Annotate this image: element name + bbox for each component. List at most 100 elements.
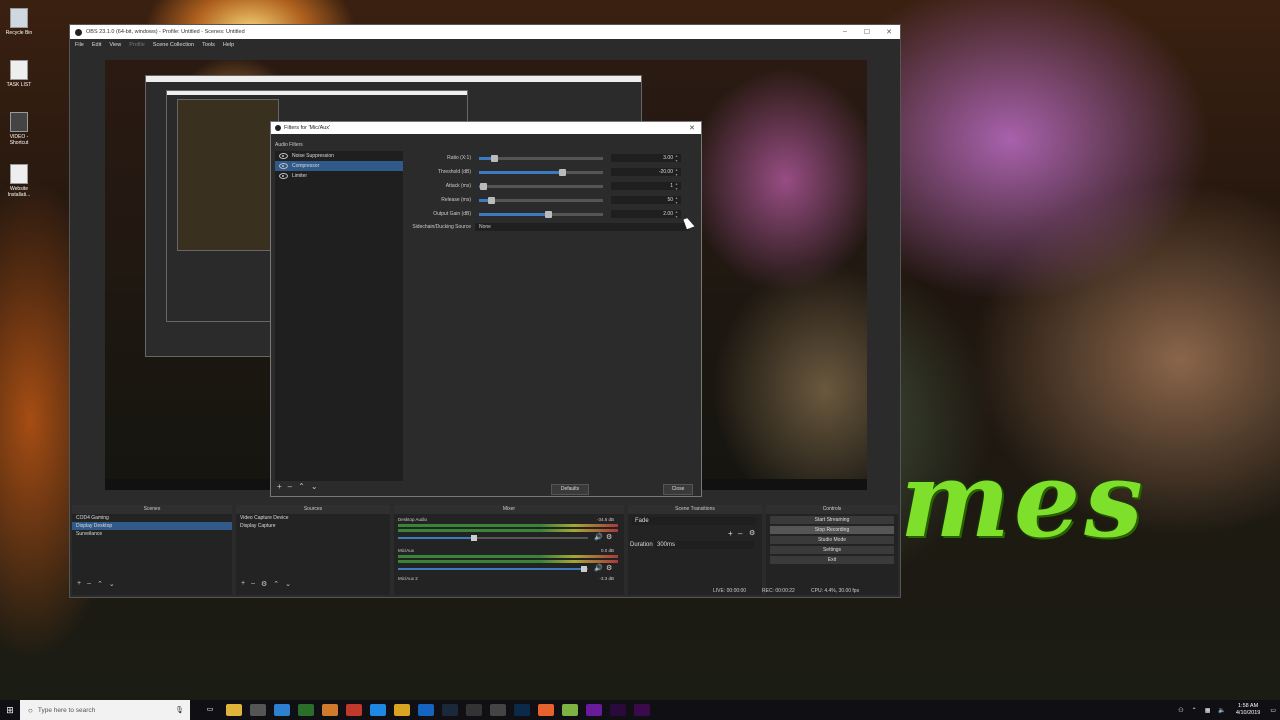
ratio-slider[interactable]	[479, 154, 603, 162]
scene-item[interactable]: Display Desktop	[72, 522, 232, 530]
app-icon[interactable]	[250, 704, 266, 716]
people-icon[interactable]: ⚇	[1178, 707, 1183, 714]
chrome-icon[interactable]	[394, 704, 410, 716]
eye-icon[interactable]	[279, 163, 288, 169]
menu-edit[interactable]: Edit	[92, 42, 101, 48]
start-streaming-button[interactable]: Start Streaming	[770, 516, 894, 524]
microphone-icon[interactable]: 🎙	[175, 706, 184, 714]
app-icon[interactable]	[274, 704, 290, 716]
app-icon[interactable]	[322, 704, 338, 716]
obs-statusbar: LIVE: 00:00:00 REC: 00:00:22 CPU: 4.4%, …	[70, 586, 900, 596]
attack-slider[interactable]	[479, 182, 603, 190]
desktop-icon-recycle-bin[interactable]: Recycle Bin	[2, 8, 36, 36]
speaker-icon[interactable]: 🔊	[594, 564, 603, 572]
filters-dialog-titlebar: Filters for 'Mic/Aux' ✕	[271, 122, 701, 134]
threshold-spinbox[interactable]: -20.00	[611, 167, 681, 177]
file-explorer-icon[interactable]	[226, 704, 242, 716]
desktop-icon-website-installation[interactable]: Website Installati...	[2, 164, 36, 198]
notifications-icon[interactable]: ▭	[1270, 707, 1276, 714]
app-icon[interactable]	[298, 704, 314, 716]
close-button[interactable]: Close	[663, 484, 693, 495]
eye-icon[interactable]	[279, 173, 288, 179]
shortcut-icon	[10, 112, 28, 132]
search-icon: ○	[28, 705, 33, 715]
attack-spinbox[interactable]: 1	[611, 181, 681, 191]
source-item[interactable]: Display Capture	[236, 522, 390, 530]
scene-item[interactable]: COD4 Gaming	[72, 514, 232, 522]
taskbar-search[interactable]: ○ Type here to search 🎙	[20, 700, 190, 720]
gear-icon[interactable]: ⚙	[606, 533, 612, 541]
add-filter-icon[interactable]: +	[277, 482, 282, 491]
menu-profile[interactable]: Profile	[129, 42, 145, 48]
filter-item-limiter[interactable]: Limiter	[275, 171, 403, 181]
desktop-icon-video-shortcut[interactable]: VIDEO - Shortcut	[2, 112, 36, 146]
duration-input[interactable]: 300ms	[654, 541, 754, 549]
filters-dialog-title: Filters for 'Mic/Aux'	[284, 125, 331, 131]
move-up-icon[interactable]: ⌃	[298, 482, 305, 491]
menu-file[interactable]: File	[75, 42, 84, 48]
desktop-icon-task-list[interactable]: TASK LIST	[2, 60, 36, 88]
sidechain-select[interactable]: None	[475, 223, 689, 231]
after-effects-icon[interactable]	[634, 704, 650, 716]
system-tray: ⚇ ⌃ ▦ 🔈 1:58 AM 4/10/2019 ▭	[1174, 703, 1280, 717]
skype-icon[interactable]	[370, 704, 386, 716]
app-icon[interactable]	[346, 704, 362, 716]
defaults-button[interactable]: Defaults	[551, 484, 589, 495]
exit-button[interactable]: Exit	[770, 556, 894, 564]
windows-start-icon[interactable]: ⊞	[0, 700, 20, 720]
volume-slider[interactable]	[398, 566, 588, 572]
mixer-dock: Mixer Desktop Audio -34.6 dB 🔊 ⚙ Mic/Aux…	[394, 505, 624, 595]
output-gain-slider[interactable]	[479, 210, 603, 218]
maximize-icon[interactable]: ☐	[856, 28, 878, 36]
menu-scene-collection[interactable]: Scene Collection	[153, 42, 194, 48]
menu-tools[interactable]: Tools	[202, 42, 215, 48]
speaker-icon[interactable]: 🔊	[594, 533, 603, 541]
threshold-slider[interactable]	[479, 168, 603, 176]
task-view-icon[interactable]: ▭	[202, 704, 218, 716]
sources-dock-title: Sources	[236, 505, 390, 514]
app-icon[interactable]	[490, 704, 506, 716]
source-item[interactable]: Video Capture Device	[236, 514, 390, 522]
transition-select[interactable]: Fade	[632, 517, 756, 525]
remove-transition-icon[interactable]: –	[738, 529, 742, 538]
gear-icon[interactable]: ⚙	[606, 564, 612, 572]
ratio-spinbox[interactable]: 3.00	[611, 153, 681, 163]
scenes-dock: Scenes COD4 Gaming Display Desktop Surve…	[72, 505, 232, 595]
filters-dialog: Filters for 'Mic/Aux' ✕ Audio Filters No…	[270, 121, 702, 497]
move-down-icon[interactable]: ⌄	[311, 482, 318, 491]
remove-filter-icon[interactable]: –	[288, 482, 292, 491]
document-icon	[10, 60, 28, 80]
minimize-icon[interactable]: –	[834, 28, 856, 36]
gear-icon[interactable]: ⚙	[749, 529, 755, 537]
close-icon[interactable]: ✕	[689, 124, 695, 132]
chevron-up-icon[interactable]: ⌃	[1192, 707, 1197, 714]
volume-slider[interactable]	[398, 535, 588, 541]
obs-taskbar-icon[interactable]	[466, 704, 482, 716]
audio-filter-list: Noise Suppression Compressor Limiter	[275, 151, 403, 481]
output-gain-spinbox[interactable]: 2.00	[611, 209, 681, 219]
menu-view[interactable]: View	[109, 42, 121, 48]
studio-mode-button[interactable]: Studio Mode	[770, 536, 894, 544]
steam-icon[interactable]	[442, 704, 458, 716]
release-slider[interactable]	[479, 196, 603, 204]
release-spinbox[interactable]: 50	[611, 195, 681, 205]
volume-icon[interactable]: 🔈	[1218, 707, 1225, 714]
photoshop-icon[interactable]	[514, 704, 530, 716]
settings-button[interactable]: Settings	[770, 546, 894, 554]
app-icon[interactable]	[586, 704, 602, 716]
scene-item[interactable]: Surveilance	[72, 530, 232, 538]
add-transition-icon[interactable]: +	[728, 529, 733, 538]
stop-recording-button[interactable]: Stop Recording	[770, 526, 894, 534]
premiere-icon[interactable]	[610, 704, 626, 716]
live-status: LIVE: 00:00:00	[713, 588, 747, 594]
app-icon[interactable]	[562, 704, 578, 716]
filter-item-compressor[interactable]: Compressor	[275, 161, 403, 171]
menu-help[interactable]: Help	[223, 42, 234, 48]
firefox-icon[interactable]	[538, 704, 554, 716]
taskbar-clock[interactable]: 1:58 AM 4/10/2019	[1236, 703, 1260, 717]
filter-item-noise-suppression[interactable]: Noise Suppression	[275, 151, 403, 161]
edge-icon[interactable]	[418, 704, 434, 716]
close-icon[interactable]: ✕	[878, 28, 900, 36]
network-icon[interactable]: ▦	[1205, 707, 1211, 714]
eye-icon[interactable]	[279, 153, 288, 159]
